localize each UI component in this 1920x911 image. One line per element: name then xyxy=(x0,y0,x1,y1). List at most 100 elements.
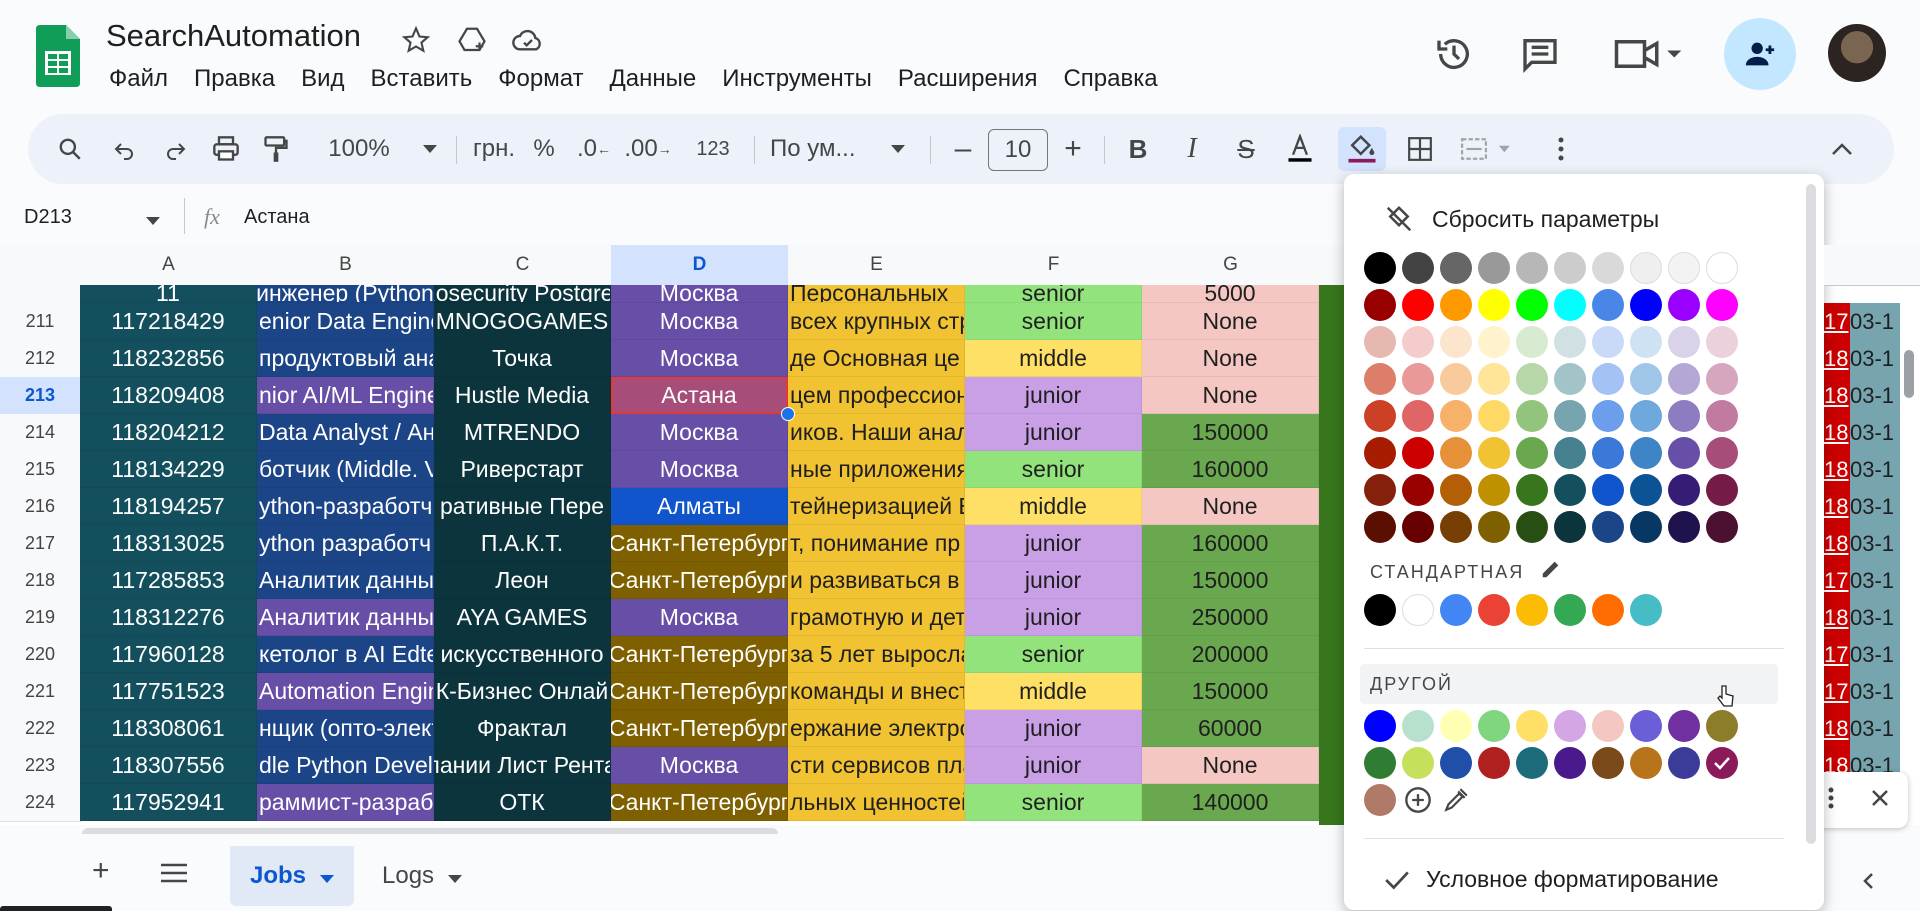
cell-partial-f[interactable]: senior xyxy=(965,285,1142,303)
cell-d211[interactable]: Москва xyxy=(611,303,788,340)
palette-swatch[interactable] xyxy=(1592,474,1624,506)
standard-swatch[interactable] xyxy=(1478,594,1510,626)
palette-swatch[interactable] xyxy=(1630,252,1662,284)
palette-swatch[interactable] xyxy=(1364,326,1396,358)
cloud-saved-icon[interactable] xyxy=(510,22,546,58)
cell-i-partial-217[interactable]: 03-1 xyxy=(1850,525,1900,562)
currency-format-button[interactable]: грн. xyxy=(468,127,520,171)
palette-swatch[interactable] xyxy=(1630,474,1662,506)
palette-swatch[interactable] xyxy=(1630,437,1662,469)
custom-swatch[interactable] xyxy=(1402,710,1434,742)
palette-swatch[interactable] xyxy=(1440,511,1472,543)
custom-swatch[interactable] xyxy=(1364,784,1396,816)
palette-swatch[interactable] xyxy=(1516,400,1548,432)
row-header-partial[interactable] xyxy=(0,285,81,304)
palette-swatch[interactable] xyxy=(1554,474,1586,506)
palette-swatch[interactable] xyxy=(1516,437,1548,469)
menu-tools[interactable]: Инструменты xyxy=(709,62,885,98)
comments-icon[interactable] xyxy=(1514,28,1566,80)
standard-swatch[interactable] xyxy=(1440,594,1472,626)
cell-g221[interactable]: 150000 xyxy=(1142,673,1319,710)
standard-swatch[interactable] xyxy=(1364,594,1396,626)
tab-jobs-dropdown-icon[interactable] xyxy=(320,862,335,890)
custom-swatch[interactable] xyxy=(1592,747,1624,779)
strikethrough-icon[interactable]: S xyxy=(1224,127,1268,171)
cell-a218[interactable]: 117285853 xyxy=(80,562,257,599)
row-header-219[interactable]: 219 xyxy=(0,599,81,637)
cell-a212[interactable]: 118232856 xyxy=(80,340,257,377)
palette-swatch[interactable] xyxy=(1706,363,1738,395)
all-sheets-icon[interactable] xyxy=(160,862,188,889)
cell-g213[interactable]: None xyxy=(1142,377,1319,414)
cell-g215[interactable]: 160000 xyxy=(1142,451,1319,488)
menu-help[interactable]: Справка xyxy=(1050,62,1170,98)
palette-swatch[interactable] xyxy=(1706,437,1738,469)
cell-d223[interactable]: Москва xyxy=(611,747,788,784)
cell-h-partial-218[interactable]: 17 xyxy=(1824,562,1850,599)
palette-swatch[interactable] xyxy=(1440,363,1472,395)
cell-e223[interactable]: сти сервисов пла xyxy=(788,747,965,784)
palette-swatch[interactable] xyxy=(1630,363,1662,395)
palette-swatch[interactable] xyxy=(1630,511,1662,543)
custom-swatch[interactable] xyxy=(1440,747,1472,779)
palette-swatch[interactable] xyxy=(1478,326,1510,358)
palette-swatch[interactable] xyxy=(1706,400,1738,432)
cell-d218[interactable]: Санкт-Петербург xyxy=(611,562,788,599)
cell-g214[interactable]: 150000 xyxy=(1142,414,1319,451)
cell-a211[interactable]: 117218429 xyxy=(80,303,257,340)
row-header-212[interactable]: 212 xyxy=(0,340,81,378)
cell-h-partial-212[interactable]: 18 xyxy=(1824,340,1850,377)
row-header-211[interactable]: 211 xyxy=(0,303,81,341)
cell-b217[interactable]: ython разработч xyxy=(257,525,434,562)
zoom-dropdown-icon[interactable] xyxy=(420,127,440,171)
picker-scrollbar[interactable] xyxy=(1806,184,1816,844)
cell-a216[interactable]: 118194257 xyxy=(80,488,257,525)
cell-e211[interactable]: всех крупных стр xyxy=(788,303,965,340)
cell-d215[interactable]: Москва xyxy=(611,451,788,488)
palette-swatch[interactable] xyxy=(1592,326,1624,358)
palette-swatch[interactable] xyxy=(1478,437,1510,469)
palette-swatch[interactable] xyxy=(1668,289,1700,321)
borders-icon[interactable] xyxy=(1398,127,1442,171)
cell-a217[interactable]: 118313025 xyxy=(80,525,257,562)
cell-b222[interactable]: нщик (опто-элект xyxy=(257,710,434,747)
palette-swatch[interactable] xyxy=(1554,363,1586,395)
cell-c215[interactable]: Риверстарт xyxy=(434,451,611,488)
custom-swatch[interactable] xyxy=(1554,747,1586,779)
floating-more-icon[interactable] xyxy=(1828,787,1834,814)
cell-f214[interactable]: junior xyxy=(965,414,1142,451)
standard-swatch[interactable] xyxy=(1402,594,1434,626)
cell-c212[interactable]: Точка xyxy=(434,340,611,377)
cell-a220[interactable]: 117960128 xyxy=(80,636,257,673)
palette-swatch[interactable] xyxy=(1402,511,1434,543)
bold-icon[interactable]: B xyxy=(1116,127,1160,171)
row-header-217[interactable]: 217 xyxy=(0,525,81,563)
cell-e216[interactable]: тейнеризацией Е xyxy=(788,488,965,525)
palette-swatch[interactable] xyxy=(1440,252,1472,284)
cell-d219[interactable]: Москва xyxy=(611,599,788,636)
cell-e224[interactable]: льных ценностей xyxy=(788,784,965,821)
palette-swatch[interactable] xyxy=(1554,289,1586,321)
standard-swatch[interactable] xyxy=(1630,594,1662,626)
row-header-223[interactable]: 223 xyxy=(0,747,81,785)
row-header-214[interactable]: 214 xyxy=(0,414,81,452)
cell-d212[interactable]: Москва xyxy=(611,340,788,377)
standard-swatch[interactable] xyxy=(1554,594,1586,626)
fill-color-icon[interactable] xyxy=(1338,127,1386,171)
palette-swatch[interactable] xyxy=(1478,474,1510,506)
undo-icon[interactable] xyxy=(102,127,146,171)
edit-standard-icon[interactable] xyxy=(1540,558,1562,585)
palette-swatch[interactable] xyxy=(1630,400,1662,432)
custom-swatch[interactable] xyxy=(1516,710,1548,742)
cell-i-partial-213[interactable]: 03-1 xyxy=(1850,377,1900,414)
cell-e220[interactable]: за 5 лет выросла xyxy=(788,636,965,673)
palette-swatch[interactable] xyxy=(1478,289,1510,321)
palette-swatch[interactable] xyxy=(1516,474,1548,506)
cell-b224[interactable]: раммист-разрабо xyxy=(257,784,434,821)
increase-decimal-button[interactable]: .00 → xyxy=(624,127,672,171)
cell-c223[interactable]: пании Лист Рента xyxy=(434,747,611,784)
palette-swatch[interactable] xyxy=(1364,400,1396,432)
custom-swatch[interactable] xyxy=(1630,747,1662,779)
cell-d217[interactable]: Санкт-Петербург xyxy=(611,525,788,562)
palette-swatch[interactable] xyxy=(1440,289,1472,321)
